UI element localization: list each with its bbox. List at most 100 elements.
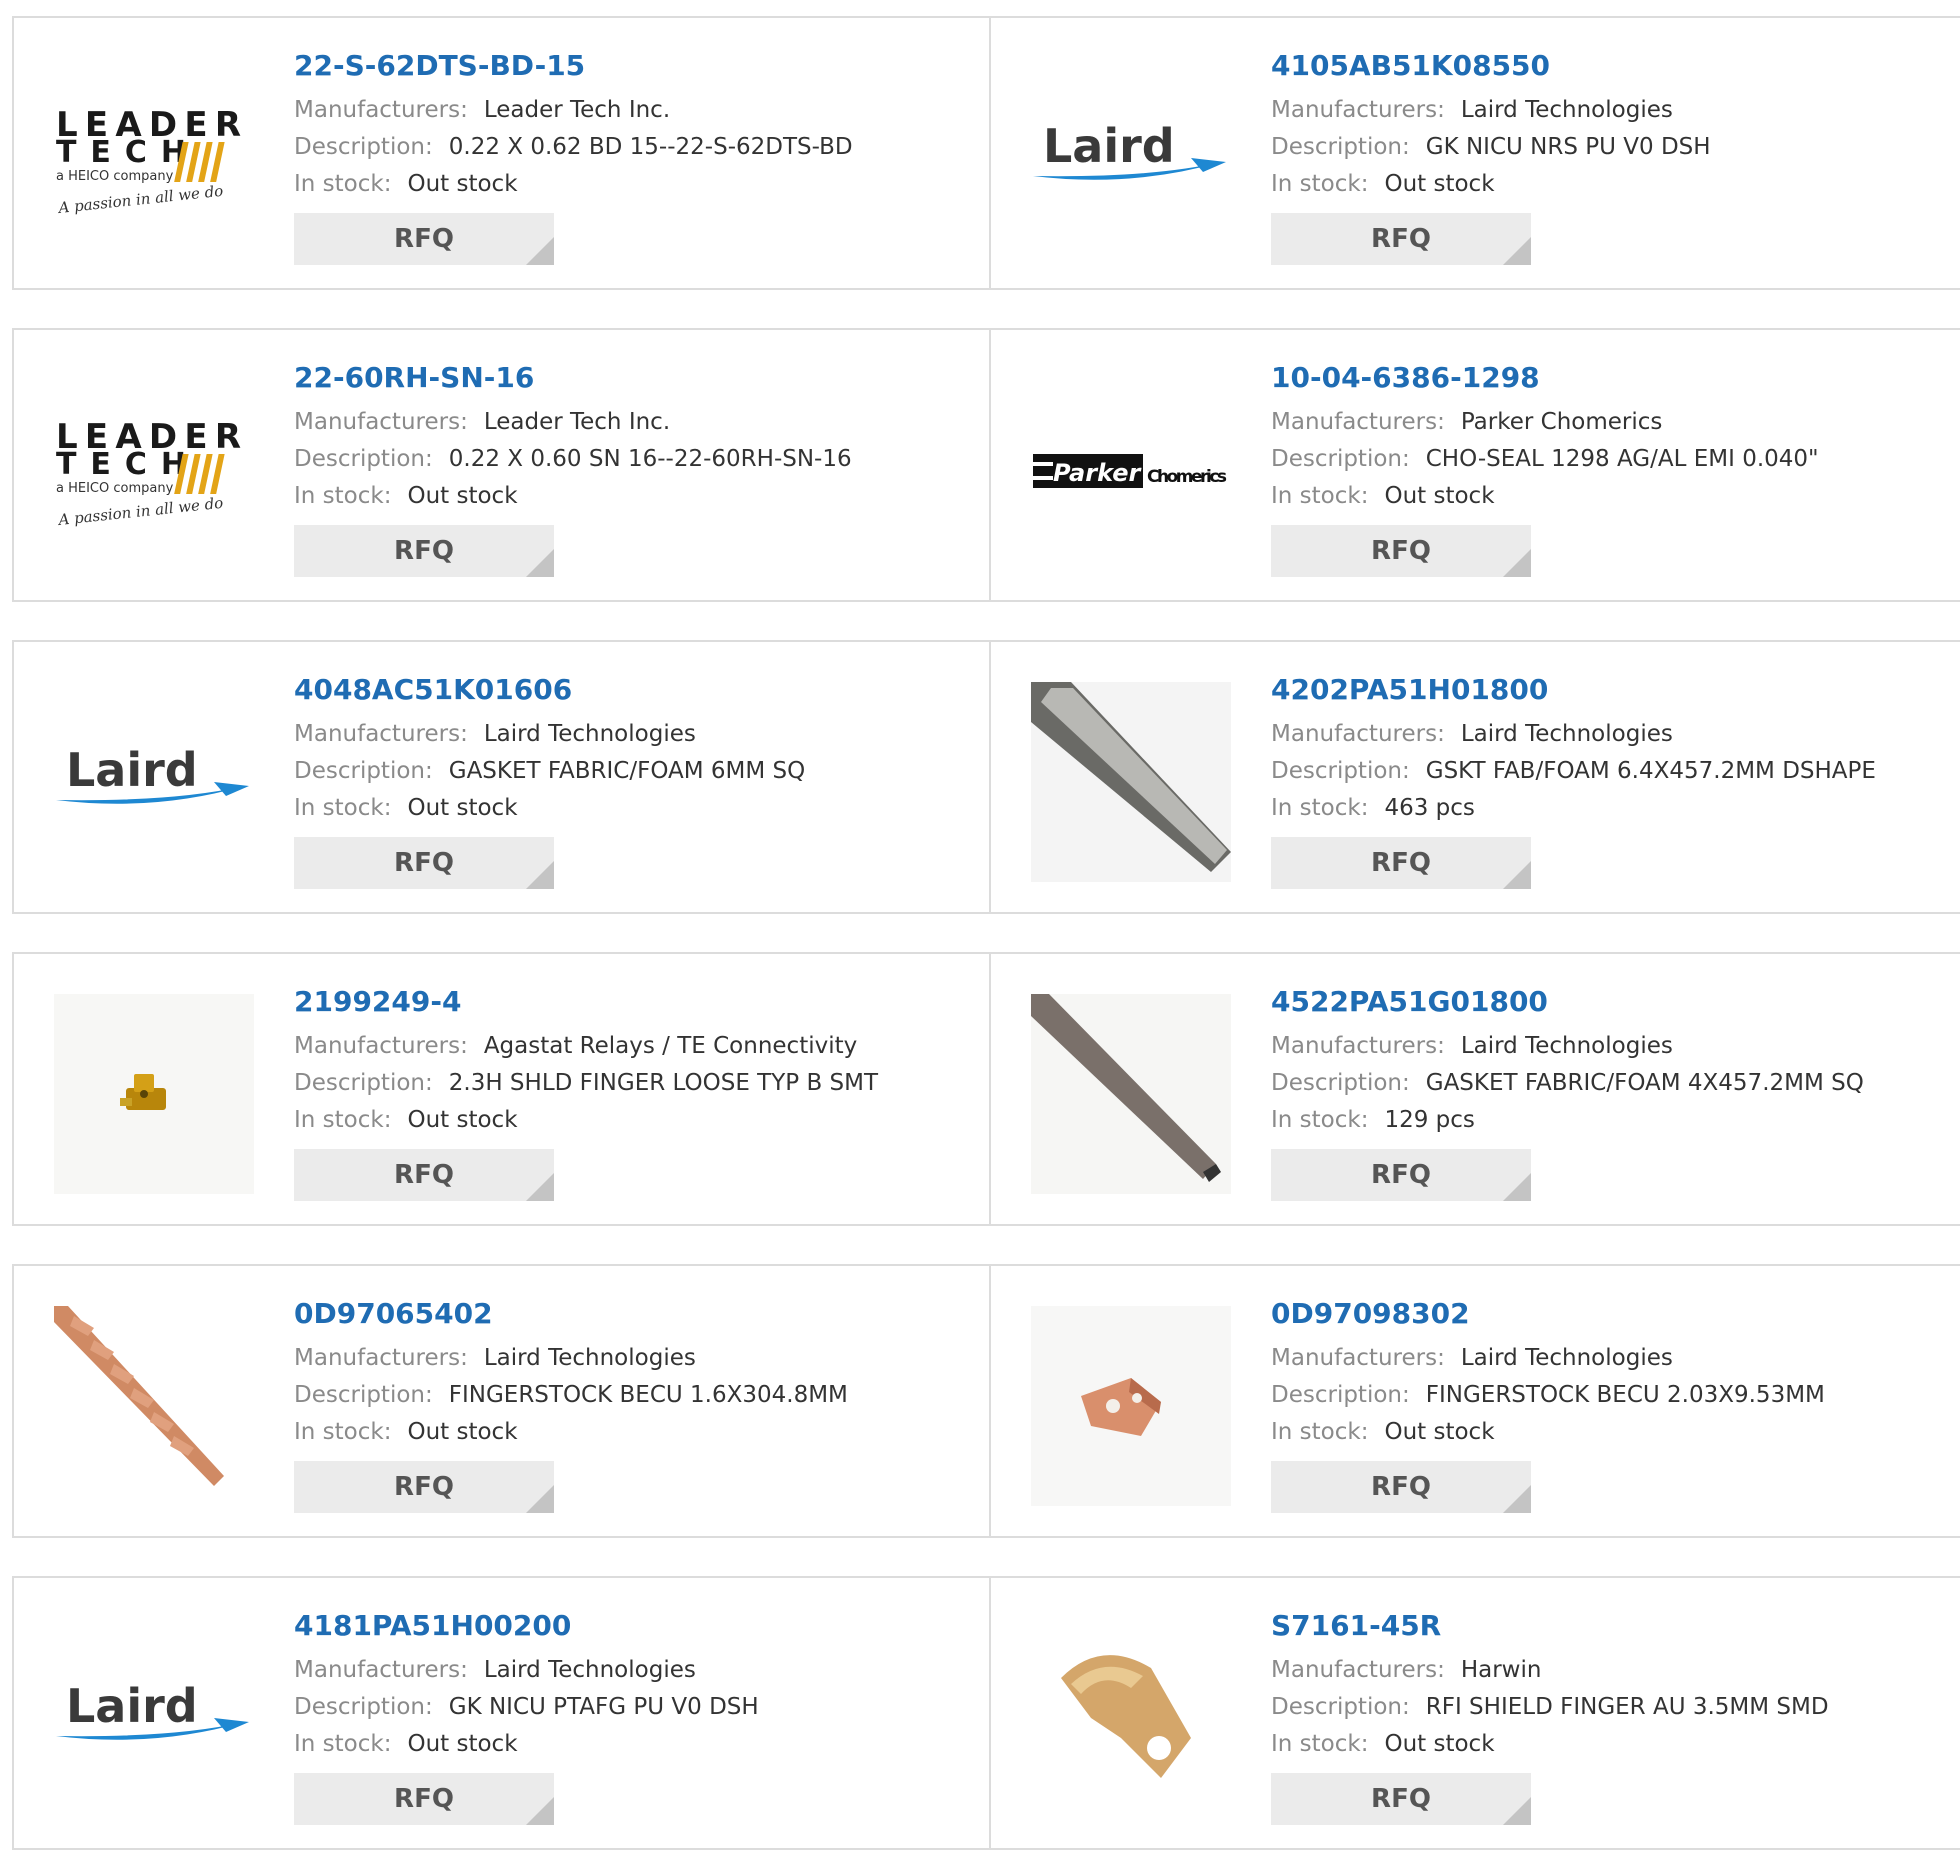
description-label: Description: [1271,1070,1410,1096]
description-label: Description: [294,1070,433,1096]
description-line: Description: GK NICU PTAFG PU V0 DSH [294,1689,979,1726]
product-row: Laird 4181PA51H00200 Manufacturers: Laird… [12,1576,1960,1850]
part-number-link[interactable]: 0D97098302 [1271,1296,1958,1332]
part-number-link[interactable]: S7161-45R [1271,1608,1958,1644]
product-info: 0D97098302 Manufacturers: Laird Technolog… [1271,1296,1958,1513]
rfq-button[interactable]: RFQ [1271,213,1531,265]
manufacturer-line: Manufacturers: Laird Technologies [1271,92,1958,129]
description-value: CHO-SEAL 1298 AG/AL EMI 0.040" [1425,446,1819,472]
product-card: 4202PA51H01800 Manufacturers: Laird Techn… [991,642,1960,912]
product-card: S7161-45R Manufacturers: Harwin Descripti… [991,1578,1960,1848]
description-label: Description: [294,134,433,160]
leader-tech-logo[interactable]: LEADER TECH a HEICO company A passion in… [54,58,254,258]
gasket-strip-grey-photo[interactable] [1031,682,1231,882]
stock-value: 129 pcs [1384,1107,1475,1133]
rfq-button[interactable]: RFQ [294,213,554,265]
part-number-link[interactable]: 10-04-6386-1298 [1271,360,1958,396]
gasket-strip-brown-photo[interactable] [1031,994,1231,1194]
description-value: 2.3H SHLD FINGER LOOSE TYP B SMT [448,1070,879,1096]
rfq-button[interactable]: RFQ [1271,837,1531,889]
product-row: LEADER TECH a HEICO company A passion in… [12,328,1960,602]
manufacturer-label: Manufacturers: [294,1033,468,1059]
product-info: 4522PA51G01800 Manufacturers: Laird Techn… [1271,984,1958,1201]
part-number-link[interactable]: 4048AC51K01606 [294,672,979,708]
manufacturer-line: Manufacturers: Agastat Relays / TE Connec… [294,1028,979,1065]
parker-chomerics-logo[interactable]: Parker Chomerics [1031,370,1231,570]
description-label: Description: [294,1382,433,1408]
corner-triangle-icon [526,549,554,577]
description-label: Description: [1271,1382,1410,1408]
product-card: Laird 4181PA51H00200 Manufacturers: Laird… [14,1578,991,1848]
rfq-button[interactable]: RFQ [294,1773,554,1825]
rfq-label: RFQ [1371,224,1431,254]
stock-line: In stock: Out stock [294,1414,979,1451]
stock-line: In stock: Out stock [294,478,979,515]
part-number-link[interactable]: 4522PA51G01800 [1271,984,1958,1020]
manufacturer-label: Manufacturers: [294,409,468,435]
laird-logo[interactable]: Laird [54,682,254,882]
product-row: LEADER TECH a HEICO company A passion in… [12,16,1960,290]
corner-triangle-icon [1503,549,1531,577]
laird-logo[interactable]: Laird [54,1618,254,1818]
stock-label: In stock: [294,171,392,197]
manufacturer-value: Leader Tech Inc. [483,409,671,435]
part-number-link[interactable]: 4181PA51H00200 [294,1608,979,1644]
product-info: 10-04-6386-1298 Manufacturers: Parker Cho… [1271,360,1958,577]
stock-label: In stock: [1271,795,1369,821]
rfq-button[interactable]: RFQ [1271,1461,1531,1513]
laird-logo[interactable]: Laird [1031,58,1231,258]
gold-shield-finger-photo[interactable] [1031,1618,1231,1818]
manufacturer-value: Laird Technologies [1460,1345,1673,1371]
gold-finger-clip-photo[interactable] [54,994,254,1194]
manufacturer-value: Parker Chomerics [1460,409,1663,435]
part-number-link[interactable]: 2199249-4 [294,984,979,1020]
part-number-link[interactable]: 22-S-62DTS-BD-15 [294,48,979,84]
fingerstock-strip-photo[interactable] [54,1306,254,1506]
product-info: 4181PA51H00200 Manufacturers: Laird Techn… [294,1608,979,1825]
description-line: Description: GSKT FAB/FOAM 6.4X457.2MM DS… [1271,753,1958,790]
manufacturer-line: Manufacturers: Harwin [1271,1652,1958,1689]
manufacturer-value: Laird Technologies [483,1345,696,1371]
stock-value: Out stock [407,1107,518,1133]
rfq-label: RFQ [1371,848,1431,878]
rfq-button[interactable]: RFQ [1271,525,1531,577]
product-row: Laird 4048AC51K01606 Manufacturers: Laird… [12,640,1960,914]
corner-triangle-icon [1503,1797,1531,1825]
rfq-button[interactable]: RFQ [294,525,554,577]
svg-text:a HEICO company: a HEICO company [56,169,174,184]
description-value: 0.22 X 0.60 SN 16--22-60RH-SN-16 [448,446,852,472]
manufacturer-value: Leader Tech Inc. [483,97,671,123]
part-number-link[interactable]: 0D97065402 [294,1296,979,1332]
stock-line: In stock: Out stock [1271,1414,1958,1451]
description-label: Description: [294,758,433,784]
rfq-button[interactable]: RFQ [1271,1149,1531,1201]
description-value: FINGERSTOCK BECU 2.03X9.53MM [1425,1382,1825,1408]
description-label: Description: [1271,134,1410,160]
stock-label: In stock: [1271,483,1369,509]
stock-line: In stock: Out stock [1271,1726,1958,1763]
rfq-button[interactable]: RFQ [294,1149,554,1201]
manufacturer-value: Laird Technologies [1460,1033,1673,1059]
stock-line: In stock: Out stock [1271,478,1958,515]
part-number-link[interactable]: 22-60RH-SN-16 [294,360,979,396]
corner-triangle-icon [526,1485,554,1513]
part-number-link[interactable]: 4105AB51K08550 [1271,48,1958,84]
rfq-button[interactable]: RFQ [1271,1773,1531,1825]
description-label: Description: [1271,1694,1410,1720]
description-value: GASKET FABRIC/FOAM 6MM SQ [448,758,806,784]
part-number-link[interactable]: 4202PA51H01800 [1271,672,1958,708]
stock-label: In stock: [294,795,392,821]
rfq-label: RFQ [394,1160,454,1190]
rfq-button[interactable]: RFQ [294,1461,554,1513]
leader-tech-logo[interactable]: LEADER TECH a HEICO company A passion in… [54,370,254,570]
manufacturer-label: Manufacturers: [294,1657,468,1683]
manufacturer-line: Manufacturers: Leader Tech Inc. [294,404,979,441]
stock-line: In stock: Out stock [294,166,979,203]
copper-clip-photo[interactable] [1031,1306,1231,1506]
product-row: 0D97065402 Manufacturers: Laird Technolog… [12,1264,1960,1538]
rfq-button[interactable]: RFQ [294,837,554,889]
svg-text:A passion in all we do: A passion in all we do [56,182,224,217]
description-line: Description: RFI SHIELD FINGER AU 3.5MM S… [1271,1689,1958,1726]
rfq-label: RFQ [394,1784,454,1814]
product-info: S7161-45R Manufacturers: Harwin Descripti… [1271,1608,1958,1825]
